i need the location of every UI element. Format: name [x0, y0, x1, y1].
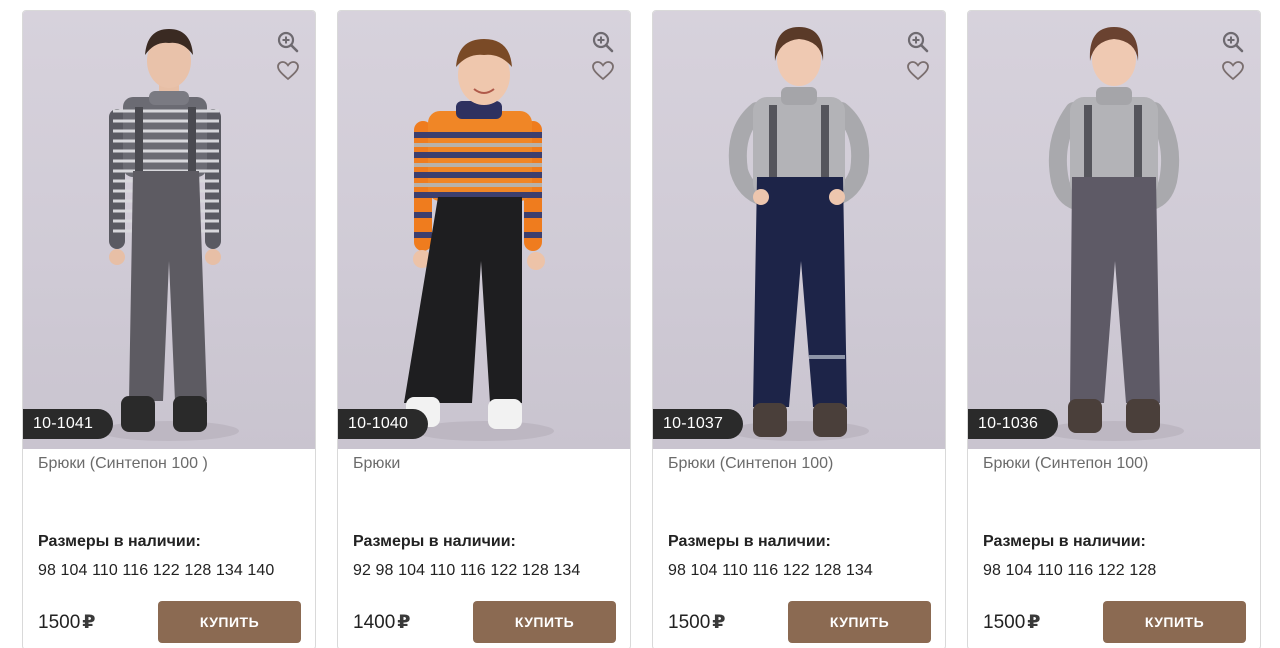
- product-price: 1400 ₽: [353, 611, 411, 634]
- product-photo[interactable]: 10-1041: [23, 11, 315, 449]
- price-value: 1500: [38, 612, 81, 633]
- heart-outline-icon[interactable]: [277, 61, 299, 81]
- price-value: 1500: [983, 612, 1026, 633]
- product-price: 1500 ₽: [668, 611, 726, 634]
- product-photo[interactable]: 10-1036: [968, 11, 1260, 449]
- sku-badge: 10-1041: [23, 409, 114, 439]
- product-card[interactable]: 10-1036 Брюки (Синтепон 100) Размеры в н…: [967, 10, 1261, 648]
- sizes-list: 98 104 110 116 122 128 134 140: [38, 562, 275, 579]
- sizes-list: 98 104 110 116 122 128: [983, 562, 1157, 579]
- product-name[interactable]: Брюки: [353, 455, 400, 473]
- product-photo[interactable]: 10-1037: [653, 11, 945, 449]
- product-name[interactable]: Брюки (Синтепон 100): [983, 455, 1148, 473]
- zoom-in-icon[interactable]: [277, 31, 299, 53]
- zoom-in-icon[interactable]: [592, 31, 614, 53]
- currency-icon: ₽: [712, 612, 726, 633]
- buy-button[interactable]: КУПИТЬ: [473, 601, 616, 643]
- heart-outline-icon[interactable]: [592, 61, 614, 81]
- sku-badge: 10-1036: [968, 409, 1059, 439]
- sizes-label: Размеры в наличии:: [353, 533, 516, 550]
- heart-outline-icon[interactable]: [907, 61, 929, 81]
- buy-button[interactable]: КУПИТЬ: [158, 601, 301, 643]
- buy-button[interactable]: КУПИТЬ: [1103, 601, 1246, 643]
- currency-icon: ₽: [1027, 612, 1041, 633]
- product-price: 1500 ₽: [38, 611, 96, 634]
- currency-icon: ₽: [397, 612, 411, 633]
- product-card[interactable]: 10-1037 Брюки (Синтепон 100) Размеры в н…: [652, 10, 946, 648]
- product-grid: 10-1041 Брюки (Синтепон 100 ) Размеры в …: [22, 10, 1262, 648]
- product-price: 1500 ₽: [983, 611, 1041, 634]
- sizes-label: Размеры в наличии:: [38, 533, 201, 550]
- product-name[interactable]: Брюки (Синтепон 100 ): [38, 455, 208, 473]
- sku-badge: 10-1040: [338, 409, 429, 439]
- zoom-in-icon[interactable]: [1222, 31, 1244, 53]
- sizes-label: Размеры в наличии:: [668, 533, 831, 550]
- price-value: 1500: [668, 612, 711, 633]
- sizes-label: Размеры в наличии:: [983, 533, 1146, 550]
- currency-icon: ₽: [82, 612, 96, 633]
- product-name[interactable]: Брюки (Синтепон 100): [668, 455, 833, 473]
- product-card[interactable]: 10-1041 Брюки (Синтепон 100 ) Размеры в …: [22, 10, 316, 648]
- product-photo[interactable]: 10-1040: [338, 11, 630, 449]
- sizes-list: 92 98 104 110 116 122 128 134: [353, 562, 581, 579]
- product-card[interactable]: 10-1040 Брюки Размеры в наличии: 92 98 1…: [337, 10, 631, 648]
- buy-button[interactable]: КУПИТЬ: [788, 601, 931, 643]
- heart-outline-icon[interactable]: [1222, 61, 1244, 81]
- sku-badge: 10-1037: [653, 409, 744, 439]
- sizes-list: 98 104 110 116 122 128 134: [668, 562, 873, 579]
- price-value: 1400: [353, 612, 396, 633]
- zoom-in-icon[interactable]: [907, 31, 929, 53]
